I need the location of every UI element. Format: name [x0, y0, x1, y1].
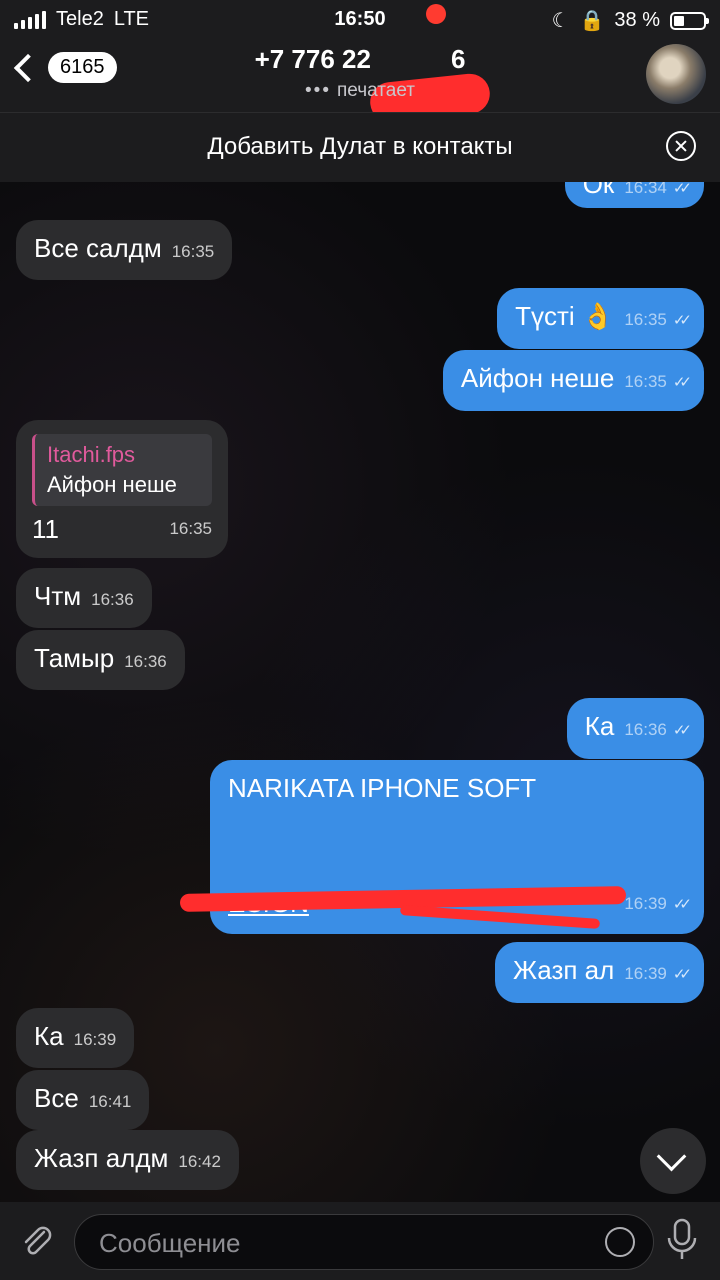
message-outgoing[interactable]: Ок 16:34 ✓✓ [564, 182, 704, 208]
message-time: 16:36 [624, 720, 667, 739]
chat-header: 6165 +7 776 22 6 ••• печатает [0, 38, 720, 125]
message-time: 16:35 [624, 310, 667, 329]
message-text: Тамыр [34, 643, 115, 673]
add-contact-bar: Добавить Дулат в контакты [0, 112, 720, 183]
message-incoming[interactable]: Чтм 16:36 [16, 568, 152, 628]
message-time: 16:39 [624, 964, 667, 983]
status-bar: Tele2 LTE 16:50 ☾ 🔒 38 % [0, 0, 720, 38]
reply-quote[interactable]: Itachi.fps Айфон неше [32, 434, 212, 506]
message-incoming[interactable]: Ка 16:39 [16, 1008, 135, 1068]
message-time: 16:35 [624, 372, 667, 391]
message-list[interactable]: Ок 16:34 ✓✓ Все салдм 16:35 Түсті 👌 16:35 ✓✓ … [0, 182, 720, 1202]
read-ticks-icon: ✓✓ [672, 966, 692, 983]
message-outgoing[interactable]: Ка 16:36 ✓✓ [566, 698, 704, 759]
message-outgoing[interactable]: Айфон неше 16:35 ✓✓ [442, 350, 704, 411]
message-time: 16:35 [171, 242, 215, 261]
message-outgoing[interactable]: Жазп ал 16:39 ✓✓ [494, 942, 704, 1003]
rotation-lock-icon: 🔒 [579, 10, 605, 32]
typing-status: ••• печатает [0, 80, 720, 102]
message-outgoing[interactable]: Түсті 👌 16:35 ✓✓ [497, 288, 704, 349]
reply-author: Itachi.fps [47, 442, 136, 467]
avatar[interactable] [646, 44, 706, 104]
message-time: 16:39 [624, 894, 667, 913]
typing-label: печатает [337, 80, 415, 101]
microphone-icon[interactable] [664, 1218, 700, 1262]
typing-dots: ••• [305, 80, 331, 101]
message-text: NARIKATA IPHONE SOFT [228, 773, 537, 803]
battery-percent: 38 % [614, 9, 660, 31]
message-incoming[interactable]: Все салдм 16:35 [16, 220, 233, 280]
message-text: Ок [582, 182, 615, 199]
read-ticks-icon: ✓✓ [672, 312, 692, 329]
chat-title-number: +7 776 22 [254, 44, 371, 74]
add-contact-button[interactable]: Добавить Дулат в контакты [0, 133, 720, 161]
read-ticks-icon: ✓✓ [672, 722, 692, 739]
message-text: Жазп алдм [34, 1143, 169, 1173]
message-text: Чтм [34, 581, 82, 611]
chevron-down-icon [656, 1141, 687, 1172]
recording-dot [426, 4, 446, 24]
message-text: Түсті 👌 [515, 301, 615, 331]
message-text: Все салдм [34, 233, 162, 263]
message-time: 16:36 [91, 590, 134, 609]
message-text: Айфон неше [460, 363, 615, 393]
read-ticks-icon: ✓✓ [672, 182, 692, 197]
moon-icon: ☾ [551, 10, 570, 32]
message-text: Ка [584, 711, 615, 741]
message-incoming[interactable]: Жазп алдм 16:42 [16, 1130, 239, 1190]
message-time: 16:39 [73, 1030, 117, 1049]
scroll-down-button[interactable] [640, 1128, 706, 1194]
attach-icon[interactable] [16, 1220, 56, 1260]
read-ticks-icon: ✓✓ [672, 896, 692, 913]
battery-icon [670, 11, 709, 30]
sticker-icon[interactable] [605, 1227, 635, 1257]
message-text: Все [34, 1083, 79, 1113]
chat-title[interactable]: +7 776 22 6 [0, 44, 720, 75]
message-time: 16:36 [124, 652, 167, 671]
message-time: 16:41 [88, 1092, 132, 1111]
message-input[interactable] [97, 1227, 581, 1260]
message-text: Ка [34, 1021, 64, 1051]
composer [0, 1202, 720, 1280]
message-field[interactable] [74, 1214, 654, 1270]
message-time: 16:35 [169, 519, 212, 538]
message-time: 16:34 [624, 182, 667, 197]
message-time: 16:42 [178, 1152, 221, 1171]
chat-title-suffix: 6 [450, 44, 466, 74]
message-text: 11 [32, 514, 59, 544]
message-text: Жазп ал [512, 955, 615, 985]
close-icon[interactable] [666, 131, 696, 161]
reply-text: Айфон неше [47, 472, 177, 497]
read-ticks-icon: ✓✓ [672, 374, 692, 391]
message-incoming[interactable]: Все 16:41 [16, 1070, 150, 1130]
message-incoming-reply[interactable]: Itachi.fps Айфон неше 11 16:35 [16, 420, 228, 558]
message-incoming[interactable]: Тамыр 16:36 [16, 630, 185, 690]
